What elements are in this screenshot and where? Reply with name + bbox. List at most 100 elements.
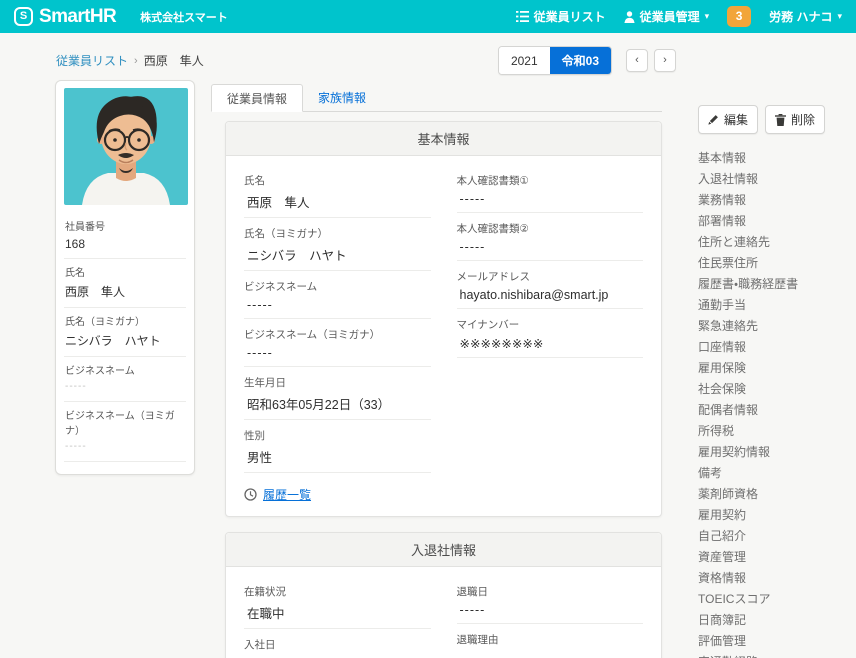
- field-value: 168: [65, 237, 86, 251]
- field: 性別 男性: [244, 421, 431, 473]
- history-link-label: 履歴一覧: [263, 488, 312, 502]
- section-nav-link[interactable]: 住所と連絡先: [698, 231, 848, 252]
- section-nav-link[interactable]: 基本情報: [698, 147, 848, 168]
- field: 入社日 平成24年09月21日（8年7ヶ月）: [244, 630, 431, 658]
- field-label: 社員番号: [65, 222, 105, 233]
- year-western-button[interactable]: 2021: [498, 47, 550, 74]
- delete-button[interactable]: 削除: [765, 105, 826, 134]
- field-value: ニシバラ ハヤト: [65, 334, 161, 348]
- profile-field: 氏名 西原 隼人: [64, 259, 186, 308]
- field-value: 男性: [244, 443, 431, 473]
- section-nav-link[interactable]: 薬剤師資格: [698, 483, 848, 504]
- section-nav-link[interactable]: 社会保険: [698, 378, 848, 399]
- main-content: 従業員情報 家族情報 基本情報 氏名 西原 隼人 氏名（ヨミガナ） ニシバラ ハ…: [211, 84, 662, 658]
- field: メールアドレス hayato.nishibara@smart.jp: [456, 262, 643, 309]
- nav-employee-list-label: 従業員リスト: [533, 10, 606, 24]
- section-nav-link[interactable]: 雇用契約: [698, 504, 848, 525]
- section-nav-link[interactable]: 配偶者情報: [698, 399, 848, 420]
- smarthr-employee-detail-page: { "colors": { "brand_teal": "#00c4cc", "…: [0, 0, 856, 658]
- employee-photo: [64, 88, 188, 205]
- history-list-link[interactable]: 履歴一覧: [244, 486, 311, 503]
- field: 生年月日 昭和63年05月22日（33）: [244, 368, 431, 420]
- field-value: -----: [457, 647, 644, 658]
- chevron-down-icon: ▾: [837, 11, 842, 21]
- field-label: 氏名（ヨミガナ）: [244, 228, 328, 240]
- section-title: 入退社情報: [226, 533, 661, 567]
- section-nav-link[interactable]: 住民票住所: [698, 252, 848, 273]
- section-nav-link[interactable]: 口座情報: [698, 336, 848, 357]
- section-nav-link[interactable]: TOEICスコア: [698, 588, 848, 609]
- field-label: マイナンバー: [456, 319, 520, 331]
- field: ビジネスネーム（ヨミガナ） -----: [244, 320, 431, 367]
- user-menu[interactable]: 労務 ハナコ ▾: [769, 8, 842, 25]
- field-value: -----: [456, 599, 643, 624]
- pencil-icon: [708, 115, 718, 125]
- section-nav-link[interactable]: 評価管理: [698, 630, 848, 651]
- field-value: ニシバラ ハヤト: [244, 241, 431, 271]
- section-nav-link[interactable]: 日商簿記: [698, 609, 848, 630]
- field: 氏名（ヨミガナ） ニシバラ ハヤト: [244, 219, 431, 271]
- field-value: -----: [456, 188, 643, 213]
- brand-name: SmartHR: [39, 5, 117, 27]
- breadcrumb-link-employee-list[interactable]: 従業員リスト: [56, 52, 128, 69]
- tab-employee-info[interactable]: 従業員情報: [211, 84, 304, 112]
- section-nav-link[interactable]: 緊急連絡先: [698, 315, 848, 336]
- field: 退職理由 -----: [457, 625, 644, 658]
- field-value: 西原 隼人: [65, 285, 126, 299]
- field-label: 退職理由: [456, 634, 499, 646]
- prev-year-button[interactable]: ‹: [626, 49, 648, 72]
- user-name: 労務 ハナコ: [769, 10, 833, 24]
- field: 氏名 西原 隼人: [244, 166, 431, 218]
- field-value: -----: [65, 381, 87, 392]
- field-label: ビジネスネーム（ヨミガナ）: [244, 329, 381, 341]
- next-year-button[interactable]: ›: [654, 49, 676, 72]
- nav-employee-list[interactable]: 従業員リスト: [515, 8, 606, 25]
- field-label: 入社日: [244, 639, 276, 651]
- delete-button-label: 削除: [791, 113, 816, 127]
- section-nav-link[interactable]: 備考: [698, 462, 848, 483]
- field-value: 平成24年09月21日（8年7ヶ月）: [244, 652, 431, 658]
- section-nav-link[interactable]: 車通勤経路: [698, 651, 848, 658]
- fields-left-column: 在籍状況 在職中 入社日 平成24年09月21日（8年7ヶ月）: [244, 577, 431, 658]
- section-nav-link[interactable]: 雇用保険: [698, 357, 848, 378]
- edit-button[interactable]: 編集: [698, 105, 759, 134]
- section-nav-link[interactable]: 通勤手当: [698, 294, 848, 315]
- section-nav-link[interactable]: 履歴書・職務経歴書: [698, 273, 848, 294]
- section-nav-link[interactable]: 資格情報: [698, 567, 848, 588]
- notification-badge[interactable]: 3: [727, 6, 752, 27]
- record-actions: 編集 削除: [698, 105, 848, 134]
- year-era-button[interactable]: 令和03: [549, 47, 611, 74]
- smarthr-logo[interactable]: S SmartHR: [14, 5, 117, 28]
- company-name: 株式会社スマート: [140, 11, 228, 24]
- section-nav-link[interactable]: 雇用契約情報: [698, 441, 848, 462]
- field-label: 本人確認書類①: [456, 175, 529, 187]
- field-value: hayato.nishibara@smart.jp: [456, 284, 643, 309]
- section-nav-link[interactable]: 部署情報: [698, 210, 848, 231]
- clock-icon: [244, 488, 257, 501]
- field-label: 在籍状況: [244, 586, 286, 598]
- field: ビジネスネーム -----: [244, 272, 431, 319]
- field-label: ビジネスネーム（ヨミガナ）: [65, 411, 175, 437]
- smarthr-logo-icon: S: [14, 7, 33, 26]
- section-nav-link[interactable]: 自己紹介: [698, 525, 848, 546]
- field-value: 在職中: [244, 599, 431, 629]
- field-label: 生年月日: [244, 377, 286, 389]
- section-nav-link[interactable]: 入退社情報: [698, 168, 848, 189]
- tab-family-info[interactable]: 家族情報: [303, 84, 381, 111]
- field-label: 本人確認書類②: [456, 223, 529, 235]
- field-label: 氏名: [65, 268, 85, 279]
- field-value: -----: [65, 441, 87, 452]
- logo-letter: S: [19, 10, 28, 22]
- section-nav-link[interactable]: 所得税: [698, 420, 848, 441]
- section-nav-link[interactable]: 業務情報: [698, 189, 848, 210]
- field-label: メールアドレス: [456, 271, 531, 283]
- breadcrumb-row: 従業員リスト › 西原 隼人 2021 令和03 ‹ ›: [56, 46, 676, 75]
- field: 在籍状況 在職中: [244, 577, 431, 629]
- field: 退職日 -----: [456, 577, 643, 624]
- field-value: -----: [244, 294, 431, 319]
- edit-button-label: 編集: [724, 113, 749, 127]
- section-nav-link[interactable]: 資産管理: [698, 546, 848, 567]
- section-enrollment-info: 入退社情報 在籍状況 在職中 入社日 平成24年09月21日（8年7ヶ月）: [225, 532, 662, 658]
- nav-employee-admin[interactable]: 従業員管理 ▾: [623, 8, 709, 25]
- section-title: 基本情報: [226, 122, 661, 156]
